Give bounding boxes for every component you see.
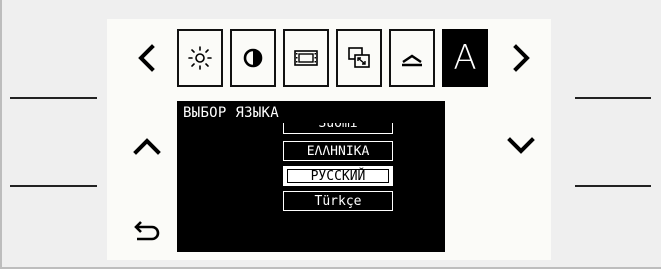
chevron-up-icon	[133, 138, 161, 155]
tab-pip[interactable]	[336, 29, 382, 87]
picture-frame-icon	[294, 50, 318, 66]
language-option-russian[interactable]: РУССКИЙ	[283, 166, 393, 186]
language-option-greek[interactable]: ΕΛΛΗΝΙΚΑ	[283, 141, 393, 161]
return-button[interactable]	[130, 215, 164, 249]
chevron-down-icon	[507, 137, 535, 154]
language-menu-panel: ВЫБОР ЯЗЫКА Suomi ΕΛΛΗΝΙΚΑ РУССКИЙ Türkç…	[177, 101, 445, 252]
tab-brightness[interactable]	[177, 29, 223, 87]
forward-button[interactable]	[504, 41, 538, 75]
tab-contrast[interactable]	[230, 29, 276, 87]
left-divider-upper	[10, 97, 97, 99]
language-option-suomi[interactable]: Suomi	[283, 123, 393, 134]
tab-language[interactable]: A	[442, 29, 488, 87]
tab-picture[interactable]	[283, 29, 329, 87]
language-icon: A	[453, 38, 477, 78]
osd-screen: A ВЫБОР ЯЗЫКА Suomi ΕΛΛΗΝΙΚΑ РУССКИЙ Tür…	[107, 19, 551, 260]
return-arrow-icon	[134, 221, 160, 241]
language-option-turkish[interactable]: Türkçe	[283, 191, 393, 211]
right-divider-lower	[575, 185, 651, 187]
language-list[interactable]: Suomi ΕΛΛΗΝΙΚΑ РУССКИЙ Türkçe	[283, 123, 393, 252]
chevron-right-icon	[513, 44, 530, 72]
picture-in-picture-icon	[348, 47, 370, 68]
back-button[interactable]	[130, 41, 164, 75]
down-button[interactable]	[504, 129, 538, 163]
tilt-icon	[402, 54, 422, 67]
brightness-icon	[188, 46, 212, 70]
chevron-left-icon	[138, 44, 155, 72]
right-divider-upper	[575, 97, 651, 99]
contrast-icon	[243, 48, 263, 68]
tab-tilt[interactable]	[389, 29, 435, 87]
panel-title: ВЫБОР ЯЗЫКА	[183, 105, 280, 121]
left-divider-lower	[10, 185, 97, 187]
up-button[interactable]	[130, 129, 164, 163]
